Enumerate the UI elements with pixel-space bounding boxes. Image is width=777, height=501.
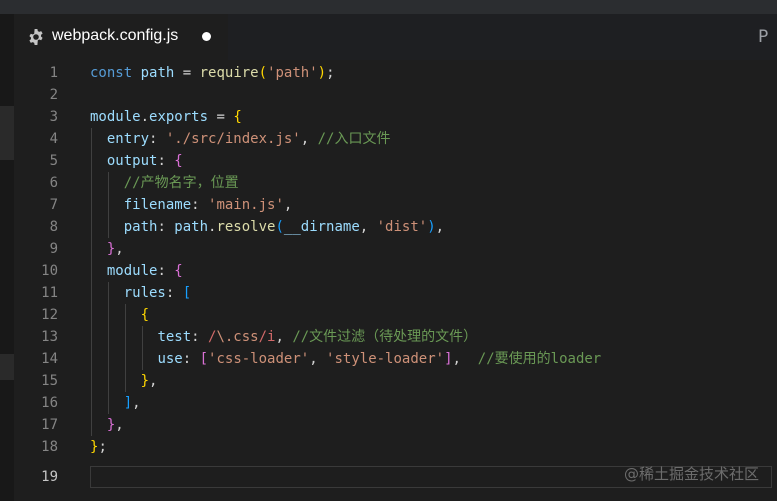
- line-number: 18: [41, 439, 58, 455]
- code-text: },: [140, 373, 158, 389]
- code-line[interactable]: 6 //产物名字，位置: [14, 172, 777, 194]
- code-text: },: [106, 417, 124, 433]
- line-number: 13: [41, 329, 58, 345]
- code-editor[interactable]: 1 const path = require('path'); 2 3 modu…: [14, 60, 777, 501]
- line-number: 8: [49, 219, 58, 235]
- unsaved-dot-icon[interactable]: [202, 32, 211, 41]
- code-text: test: /\.css/i, //文件过滤（待处理的文件）: [157, 329, 478, 345]
- code-line[interactable]: 2: [14, 84, 777, 106]
- code-line[interactable]: 8 path: path.resolve(__dirname, 'dist'),: [14, 216, 777, 238]
- activity-bar-highlight: [0, 106, 14, 160]
- code-text: module.exports = {: [90, 109, 242, 125]
- code-line[interactable]: 17 },: [14, 414, 777, 436]
- code-line[interactable]: 4 entry: './src/index.js', //入口文件: [14, 128, 777, 150]
- code-text: output: {: [106, 153, 183, 169]
- line-number: 1: [49, 65, 58, 81]
- code-line[interactable]: 5 output: {: [14, 150, 777, 172]
- code-text: const path = require('path');: [90, 65, 335, 81]
- code-line[interactable]: 1 const path = require('path');: [14, 62, 777, 84]
- tab-filename: webpack.config.js: [52, 27, 179, 44]
- line-number: 3: [49, 109, 58, 125]
- watermark: @稀土掘金技术社区: [623, 465, 759, 483]
- title-bar: [0, 0, 777, 14]
- code-line[interactable]: 16 ],: [14, 392, 777, 414]
- activity-bar-highlight: [0, 354, 14, 380]
- code-line[interactable]: 13 test: /\.css/i, //文件过滤（待处理的文件）: [14, 326, 777, 348]
- split-editor-icon[interactable]: P: [758, 27, 776, 47]
- code-line[interactable]: 9 },: [14, 238, 777, 260]
- code-text: };: [90, 439, 107, 455]
- line-number: 5: [49, 153, 58, 169]
- line-number: 4: [49, 131, 58, 147]
- line-number: 19: [41, 469, 58, 485]
- line-number: 16: [41, 395, 58, 411]
- line-number: 2: [49, 87, 58, 103]
- line-number: 10: [41, 263, 58, 279]
- line-number: 6: [49, 175, 58, 191]
- line-number: 7: [49, 197, 58, 213]
- code-line[interactable]: 3 module.exports = {: [14, 106, 777, 128]
- line-number: 9: [49, 241, 58, 257]
- code-text: filename: 'main.js',: [123, 197, 293, 213]
- code-text: module: {: [106, 263, 183, 279]
- code-line[interactable]: 11 rules: [: [14, 282, 777, 304]
- code-text: {: [140, 307, 150, 323]
- code-line[interactable]: 10 module: {: [14, 260, 777, 282]
- line-number: 11: [41, 285, 58, 301]
- activity-bar: [0, 14, 14, 501]
- line-number: 14: [41, 351, 58, 367]
- code-text: use: ['css-loader', 'style-loader'], //要…: [157, 351, 602, 367]
- code-line[interactable]: 7 filename: 'main.js',: [14, 194, 777, 216]
- code-line[interactable]: 15 },: [14, 370, 777, 392]
- tab-webpack-config[interactable]: webpack.config.js: [14, 14, 228, 60]
- code-text: entry: './src/index.js', //入口文件: [106, 131, 391, 147]
- code-text: ],: [123, 395, 141, 411]
- code-line[interactable]: 12 {: [14, 304, 777, 326]
- gear-icon: [27, 28, 45, 46]
- code-text: path: path.resolve(__dirname, 'dist'),: [123, 219, 445, 235]
- code-line[interactable]: 18 };: [14, 436, 777, 458]
- line-number: 17: [41, 417, 58, 433]
- code-text: rules: [: [123, 285, 192, 301]
- code-line[interactable]: 14 use: ['css-loader', 'style-loader'], …: [14, 348, 777, 370]
- code-text: //产物名字，位置: [123, 175, 239, 191]
- line-number: 12: [41, 307, 58, 323]
- line-number: 15: [41, 373, 58, 389]
- code-text: },: [106, 241, 124, 257]
